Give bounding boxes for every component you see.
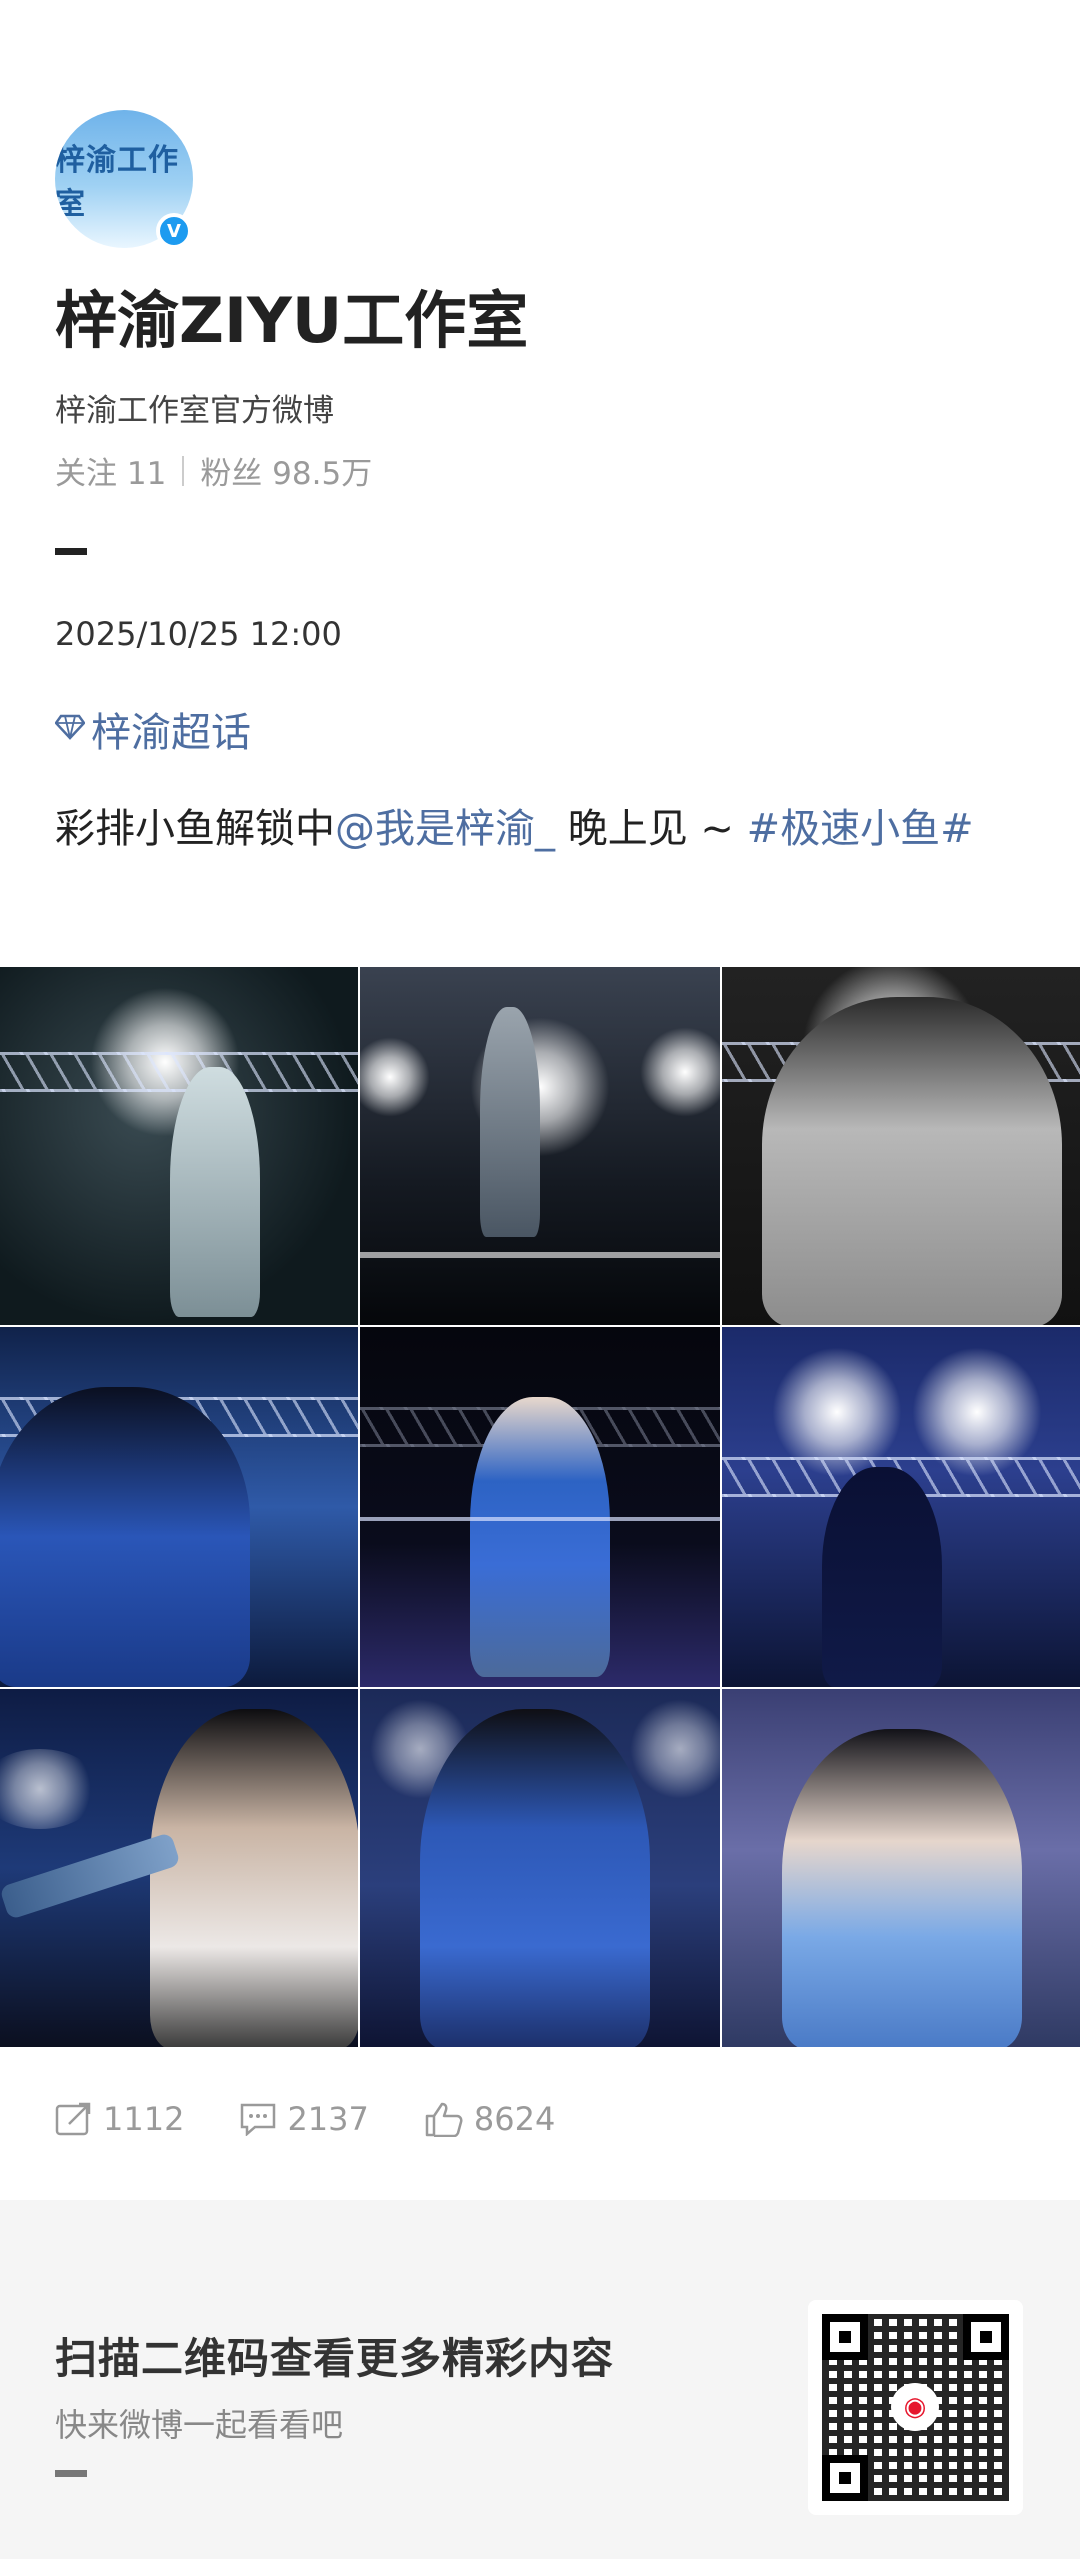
verified-badge-icon: V bbox=[156, 213, 192, 249]
mention-link[interactable]: @我是梓渝_ bbox=[335, 806, 555, 852]
photo-grid bbox=[0, 967, 1080, 2047]
photo-2[interactable] bbox=[360, 967, 720, 1325]
qr-finder-top-right bbox=[963, 2314, 1009, 2360]
account-stats: 关注 11 粉丝 98.5万 bbox=[55, 448, 372, 493]
repost-icon bbox=[55, 2102, 91, 2136]
comment-count: 2137 bbox=[287, 2100, 369, 2138]
avatar-text: 梓渝工作室 bbox=[55, 143, 179, 222]
action-bar: 1112 2137 8624 bbox=[55, 2100, 610, 2138]
comment-button[interactable]: 2137 bbox=[239, 2100, 369, 2138]
repost-button[interactable]: 1112 bbox=[55, 2100, 184, 2138]
photo-7[interactable] bbox=[0, 1689, 358, 2047]
diamond-icon bbox=[54, 709, 86, 749]
like-count: 8624 bbox=[473, 2100, 556, 2138]
account-bio: 梓渝工作室官方微博 bbox=[55, 393, 334, 429]
post-timestamp: 2025/10/25 12:00 bbox=[55, 615, 342, 653]
follow-count[interactable]: 关注 11 bbox=[55, 448, 166, 493]
photo-1[interactable] bbox=[0, 967, 358, 1325]
photo-8[interactable] bbox=[360, 1689, 720, 2047]
like-button[interactable]: 8624 bbox=[424, 2100, 555, 2138]
super-topic-link[interactable]: 梓渝超话 bbox=[54, 700, 251, 758]
comment-icon bbox=[241, 2103, 276, 2136]
thumbs-up-icon bbox=[425, 2102, 463, 2137]
fans-count[interactable]: 粉丝 98.5万 bbox=[200, 448, 372, 493]
section-divider bbox=[55, 548, 87, 555]
post-text-main: 彩排小鱼解锁中 bbox=[55, 806, 335, 852]
post-text-tail: 晚上见 ~ bbox=[555, 806, 747, 852]
footer-title: 扫描二维码查看更多精彩内容 bbox=[55, 2334, 615, 2383]
qr-finder-bottom-left bbox=[822, 2455, 868, 2501]
weibo-logo-icon: ◉ bbox=[891, 2383, 939, 2431]
footer-subtitle: 快来微博一起看看吧 bbox=[55, 2406, 344, 2444]
account-name[interactable]: 梓渝ZIYU工作室 bbox=[55, 270, 528, 360]
post-text: 彩排小鱼解锁中@我是梓渝_ 晚上见 ~ #极速小鱼# bbox=[55, 783, 1035, 875]
photo-4[interactable] bbox=[0, 1327, 358, 1687]
footer-divider bbox=[55, 2470, 87, 2477]
weibo-share-card: 梓渝工作室 V 梓渝ZIYU工作室 梓渝工作室官方微博 关注 11 粉丝 98.… bbox=[0, 0, 1080, 2559]
qr-footer: 扫描二维码查看更多精彩内容 快来微博一起看看吧 ◉ bbox=[0, 2200, 1080, 2559]
qr-code[interactable]: ◉ bbox=[808, 2300, 1023, 2515]
photo-5[interactable] bbox=[360, 1327, 720, 1687]
photo-6[interactable] bbox=[722, 1327, 1080, 1687]
hashtag-link[interactable]: #极速小鱼# bbox=[747, 806, 974, 852]
stats-divider bbox=[182, 455, 185, 486]
repost-count: 1112 bbox=[103, 2100, 185, 2138]
verified-badge-mark: V bbox=[167, 220, 181, 242]
photo-3[interactable] bbox=[722, 967, 1080, 1325]
photo-9[interactable] bbox=[722, 1689, 1080, 2047]
qr-finder-top-left bbox=[822, 2314, 868, 2360]
super-topic-label: 梓渝超话 bbox=[91, 710, 251, 756]
